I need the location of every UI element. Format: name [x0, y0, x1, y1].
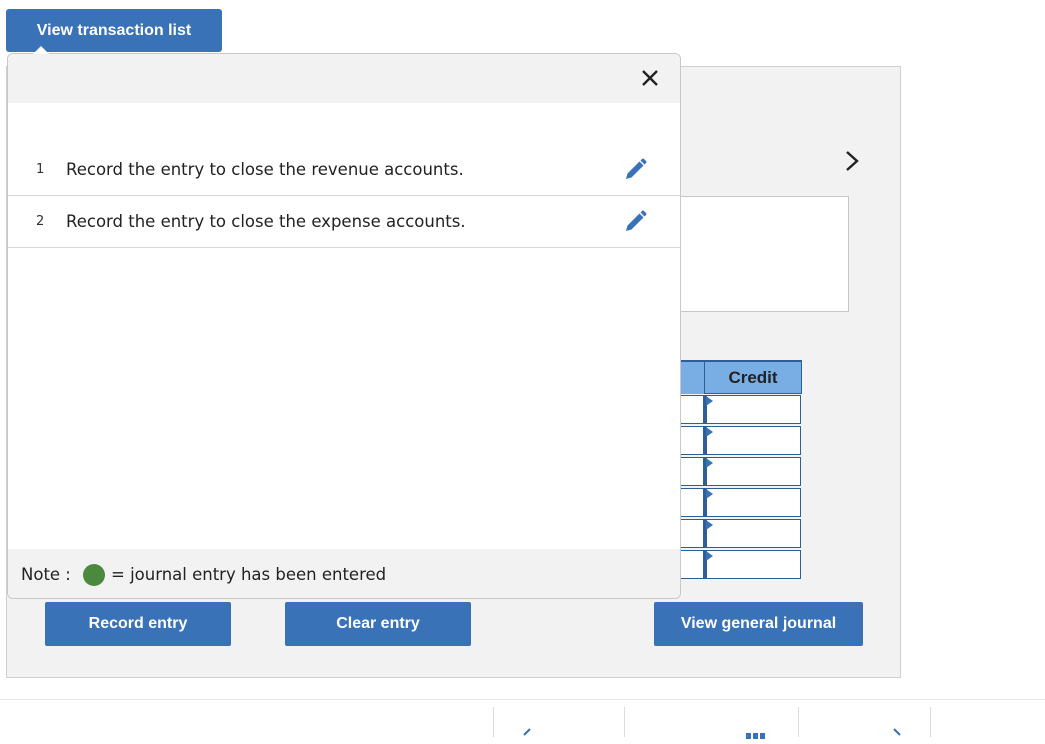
- credit-cell[interactable]: [704, 395, 801, 424]
- pencil-icon: [626, 158, 647, 179]
- journal-entry-grid: Credit: [660, 360, 802, 582]
- chevron-right-icon: [846, 151, 859, 171]
- next-transaction-button[interactable]: [838, 146, 866, 176]
- transaction-description: Record the entry to close the revenue ac…: [66, 160, 464, 179]
- transaction-number: 1: [36, 162, 45, 177]
- transaction-number: 2: [36, 214, 45, 229]
- journal-row: [660, 519, 802, 550]
- cell-marker-icon: [706, 396, 713, 406]
- journal-row: [660, 395, 802, 426]
- close-icon: [642, 70, 658, 86]
- credit-cell[interactable]: [704, 457, 801, 486]
- pencil-icon: [626, 210, 647, 231]
- cell-marker-icon: [706, 551, 713, 561]
- journal-row: [660, 488, 802, 519]
- cell-marker-icon: [706, 427, 713, 437]
- chevron-right-icon[interactable]: [891, 727, 903, 739]
- popover-header: [8, 54, 680, 103]
- close-popover-button[interactable]: [639, 67, 661, 89]
- edit-transaction-button[interactable]: [622, 209, 648, 235]
- credit-header: Credit: [704, 360, 802, 394]
- edit-transaction-button[interactable]: [622, 157, 648, 183]
- bottom-divider: [0, 699, 1045, 700]
- popover-note: Note : = journal entry has been entered: [8, 549, 680, 598]
- grid-icon[interactable]: [746, 726, 767, 744]
- clear-entry-button[interactable]: Clear entry: [285, 602, 471, 646]
- cell-marker-icon: [706, 458, 713, 468]
- entered-indicator-dot: [83, 564, 105, 586]
- record-entry-button[interactable]: Record entry: [45, 602, 231, 646]
- cell-marker-icon: [706, 489, 713, 499]
- journal-row: [660, 457, 802, 488]
- journal-row: [660, 426, 802, 457]
- credit-cell[interactable]: [704, 519, 801, 548]
- journal-row: [660, 550, 802, 581]
- chevron-left-icon[interactable]: [521, 727, 533, 739]
- transaction-item[interactable]: 1 Record the entry to close the revenue …: [8, 144, 680, 196]
- note-label: Note :: [21, 565, 71, 584]
- cell-marker-icon: [706, 520, 713, 530]
- transaction-description-box: [660, 196, 849, 312]
- credit-cell[interactable]: [704, 426, 801, 455]
- credit-cell[interactable]: [704, 550, 801, 579]
- transaction-list-popover: 1 Record the entry to close the revenue …: [7, 53, 681, 599]
- note-text: = journal entry has been entered: [111, 565, 387, 584]
- transaction-item[interactable]: 2 Record the entry to close the expense …: [8, 196, 680, 248]
- credit-cell[interactable]: [704, 488, 801, 517]
- popover-pointer: [33, 46, 49, 54]
- transaction-description: Record the entry to close the expense ac…: [66, 212, 466, 231]
- view-general-journal-button[interactable]: View general journal: [654, 602, 863, 646]
